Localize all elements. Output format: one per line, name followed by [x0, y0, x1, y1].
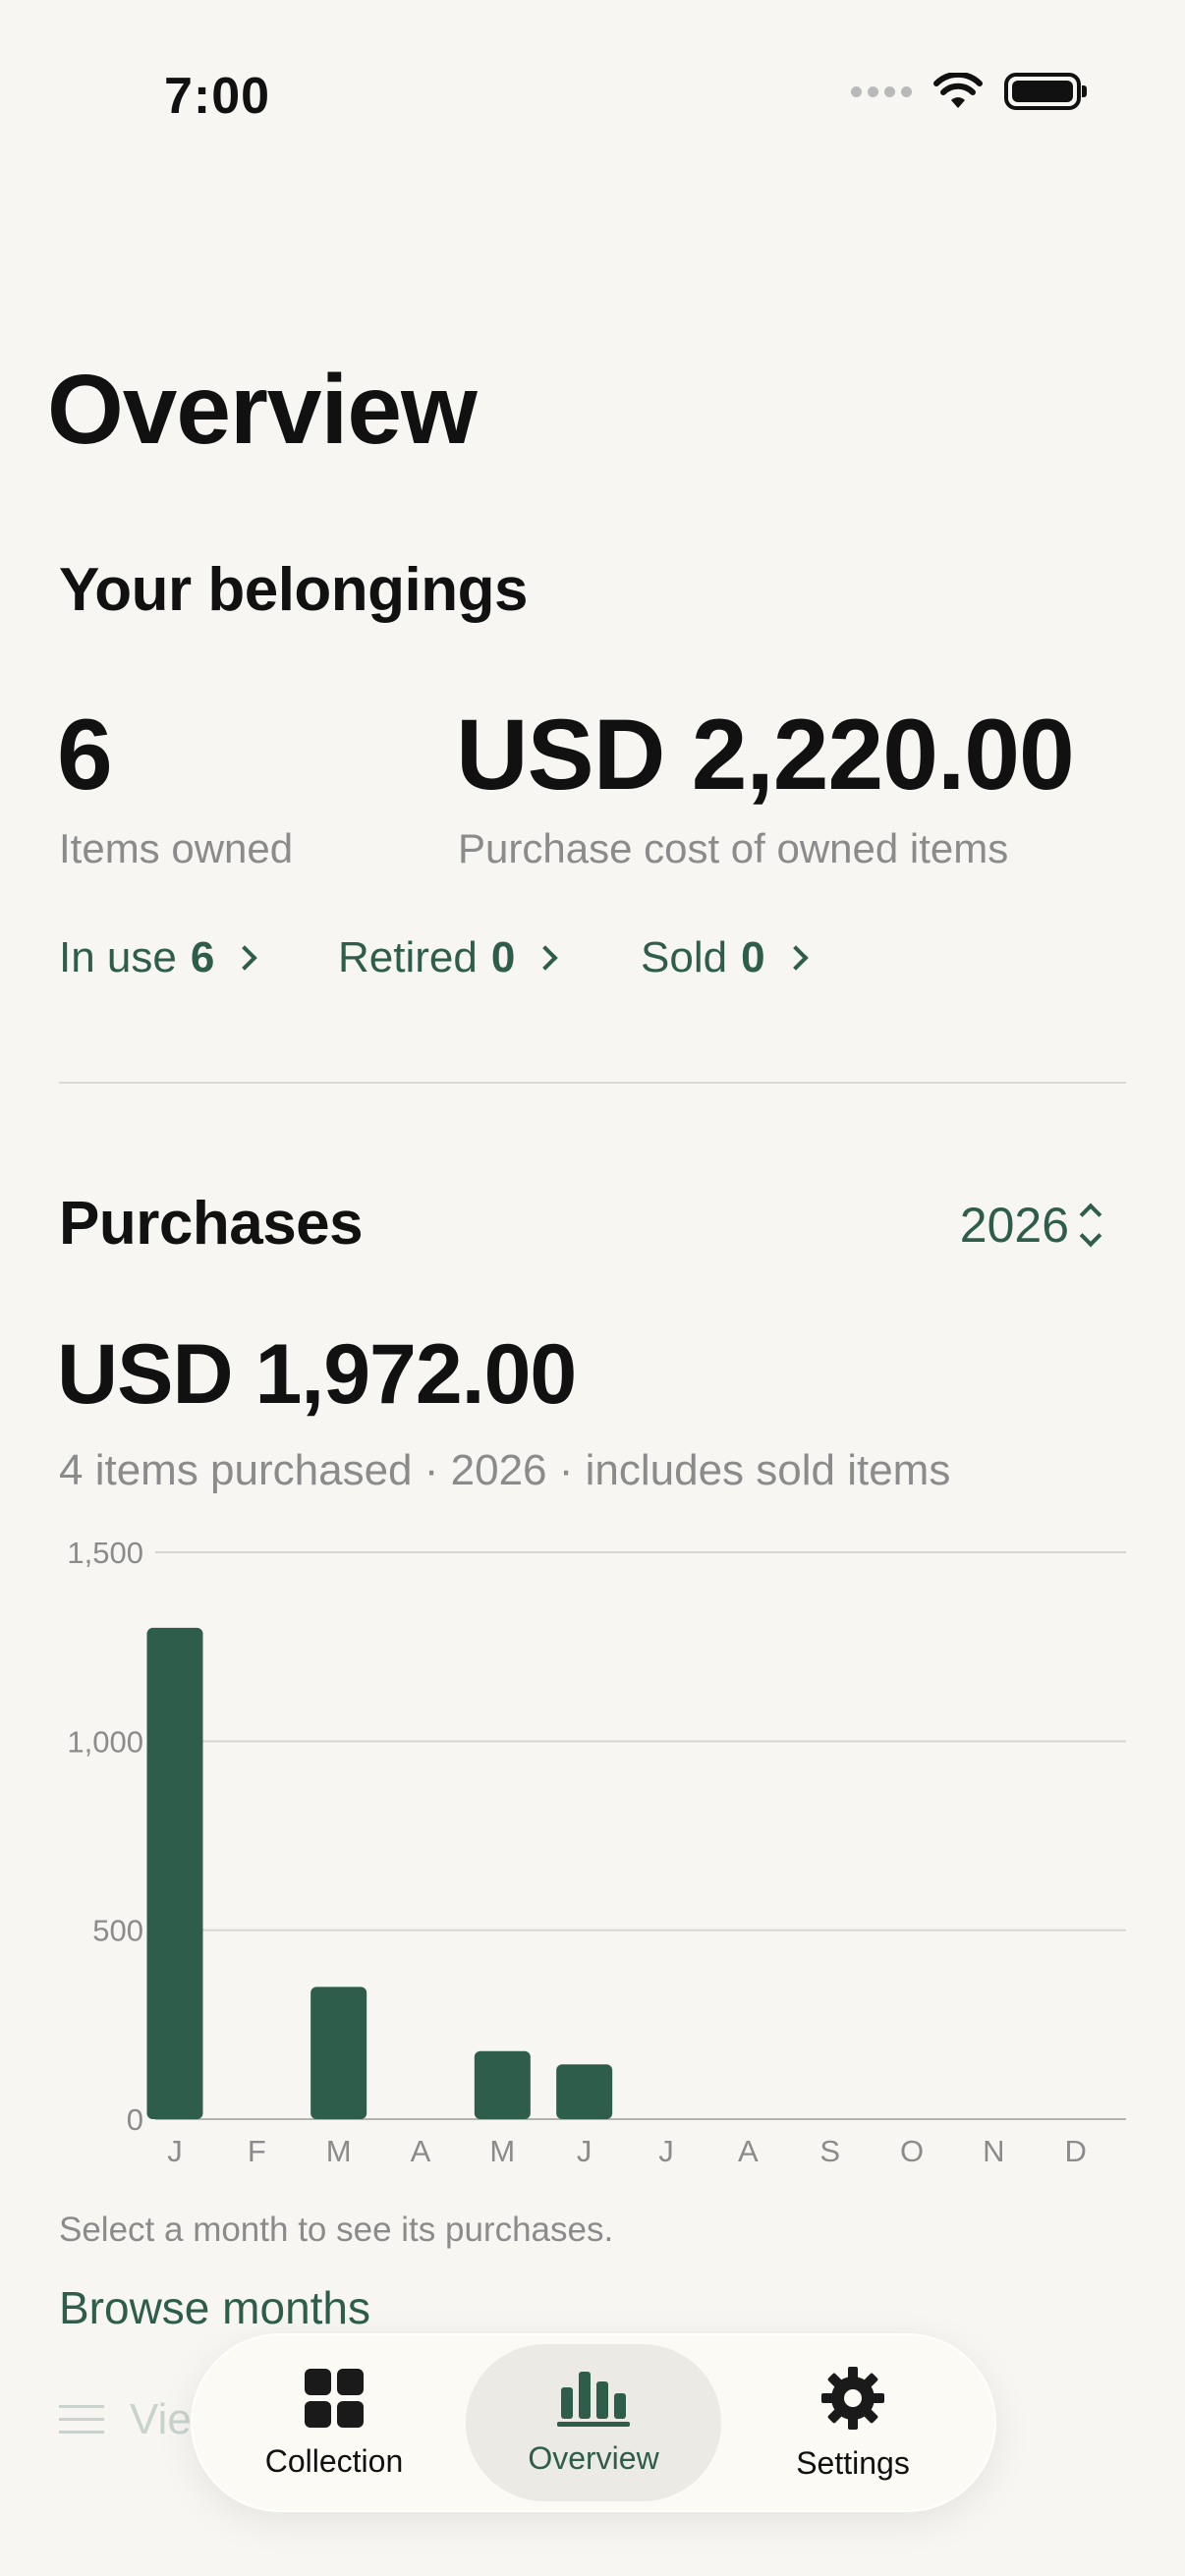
items-owned-count: 6 [57, 699, 113, 811]
x-tick-label[interactable]: A [411, 2134, 431, 2168]
x-tick-label[interactable]: M [326, 2134, 352, 2168]
x-tick-label[interactable]: A [738, 2134, 759, 2168]
in-use-count: 6 [190, 933, 215, 981]
chevron-right-icon [232, 945, 258, 971]
x-tick-label[interactable]: F [248, 2134, 266, 2168]
gear-icon [821, 2366, 884, 2430]
section-divider [59, 1082, 1126, 1084]
x-tick-label[interactable]: O [900, 2134, 924, 2168]
tab-collection[interactable]: Collection [206, 2344, 462, 2501]
owned-cost-value: USD 2,220.00 [456, 699, 1075, 811]
tab-collection-label: Collection [264, 2442, 404, 2479]
retired-link[interactable]: Retired 0 [338, 933, 559, 982]
purchases-total: USD 1,972.00 [57, 1327, 577, 1422]
wifi-icon [933, 73, 983, 108]
tab-settings[interactable]: Settings [725, 2344, 981, 2501]
chart-bar[interactable] [556, 2064, 613, 2119]
x-tick-label[interactable]: J [167, 2134, 183, 2168]
belongings-title: Your belongings [59, 556, 529, 624]
x-tick-label[interactable]: N [983, 2134, 1004, 2168]
sold-label: Sold [641, 933, 728, 981]
battery-icon [1004, 73, 1087, 110]
sold-link[interactable]: Sold 0 [641, 933, 809, 982]
status-icons [851, 73, 1087, 110]
y-tick-label: 1,500 [67, 1536, 143, 1570]
signal-dots-icon [851, 85, 912, 97]
x-tick-label[interactable]: D [1064, 2134, 1086, 2168]
year-picker[interactable]: 2026 [959, 1197, 1102, 1254]
chart-bars-icon [557, 2371, 630, 2427]
chevron-right-icon [533, 945, 559, 971]
purchases-summary: 4 items purchased · 2026 · includes sold… [59, 1446, 951, 1494]
sold-count: 0 [741, 933, 765, 981]
retired-count: 0 [490, 933, 516, 981]
y-tick-label: 500 [92, 1914, 143, 1948]
chart-bar[interactable] [146, 1627, 203, 2119]
x-tick-label[interactable]: J [658, 2134, 674, 2168]
retired-label: Retired [338, 933, 478, 981]
list-icon [59, 2405, 104, 2435]
in-use-link[interactable]: In use 6 [59, 933, 258, 982]
x-tick-label[interactable]: M [489, 2134, 515, 2168]
year-value: 2026 [959, 1198, 1069, 1253]
tab-bar: Collection Overview Settings [191, 2333, 996, 2512]
x-tick-label[interactable]: S [819, 2134, 840, 2168]
grid-icon [305, 2368, 364, 2428]
status-time: 7:00 [164, 68, 271, 125]
chevron-up-down-icon [1079, 1203, 1102, 1248]
tab-settings-label: Settings [796, 2444, 910, 2481]
in-use-label: In use [59, 933, 177, 981]
chart-hint: Select a month to see its purchases. [59, 2211, 614, 2249]
overview-screen: 7:00 Overview Your belongings 6 Items ow… [0, 0, 1185, 2576]
purchases-bar-chart[interactable]: 0 500 1,000 1,500 J F M A M J J A S O N D [0, 1513, 1185, 2181]
page-title: Overview [47, 355, 478, 465]
owned-cost-label: Purchase cost of owned items [458, 825, 1009, 871]
x-tick-label[interactable]: J [577, 2134, 592, 2168]
items-owned-label: Items owned [59, 825, 294, 871]
tab-overview-label: Overview [528, 2439, 659, 2476]
chart-bar[interactable] [474, 2050, 531, 2119]
y-tick-label: 0 [127, 2102, 143, 2137]
browse-months-link[interactable]: Browse months [59, 2281, 370, 2334]
purchases-title: Purchases [59, 1190, 364, 1258]
tab-overview[interactable]: Overview [466, 2344, 721, 2501]
chevron-right-icon [782, 945, 809, 971]
chart-bar[interactable] [310, 1987, 367, 2119]
y-tick-label: 1,000 [67, 1724, 143, 1759]
